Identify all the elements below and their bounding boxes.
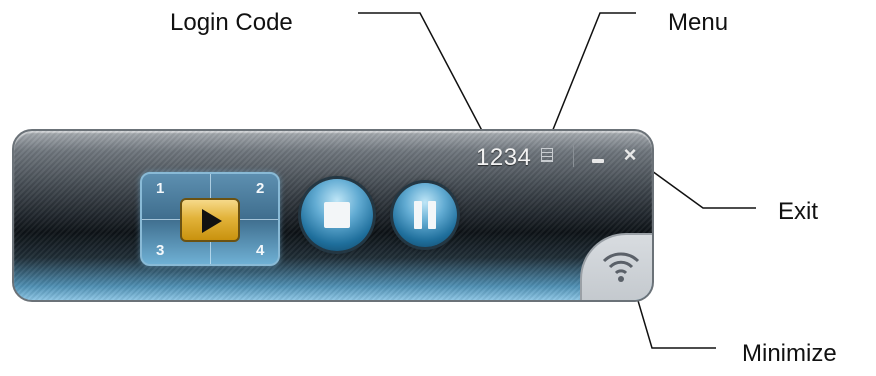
- menu-button[interactable]: [541, 148, 555, 164]
- pause-icon-bar: [428, 201, 436, 229]
- callout-login-code: Login Code: [170, 9, 293, 36]
- stop-button[interactable]: [301, 179, 373, 251]
- toolbar-divider: [573, 143, 574, 167]
- stop-icon: [324, 202, 350, 228]
- close-icon: ×: [623, 142, 637, 167]
- callout-menu: Menu: [668, 9, 729, 36]
- minimize-button[interactable]: [588, 147, 608, 167]
- split-screen-selector: 1 2 3 4: [140, 172, 280, 266]
- exit-leader: [651, 170, 756, 209]
- minimize-icon: [592, 159, 604, 163]
- player-widget: 1234 × 1 2 3 4: [12, 129, 654, 302]
- callout-minimize: Minimize: [742, 340, 837, 367]
- menu-list-icon: [541, 148, 553, 162]
- play-button[interactable]: [180, 198, 240, 242]
- login-code: 1234: [476, 144, 532, 171]
- quadrant-4-button[interactable]: 4: [256, 242, 264, 259]
- menu-leader: [547, 12, 636, 143]
- quadrant-2-button[interactable]: 2: [256, 180, 264, 197]
- quadrant-3-button[interactable]: 3: [156, 242, 164, 259]
- pause-icon: [414, 201, 422, 229]
- wifi-icon: [602, 252, 640, 282]
- connection-status: [580, 233, 652, 300]
- play-icon: [202, 209, 222, 233]
- login-code-leader: [358, 12, 489, 143]
- callout-exit: Exit: [778, 198, 819, 225]
- close-button[interactable]: ×: [618, 143, 642, 167]
- pause-button[interactable]: [393, 183, 457, 247]
- quadrant-1-button[interactable]: 1: [156, 180, 164, 197]
